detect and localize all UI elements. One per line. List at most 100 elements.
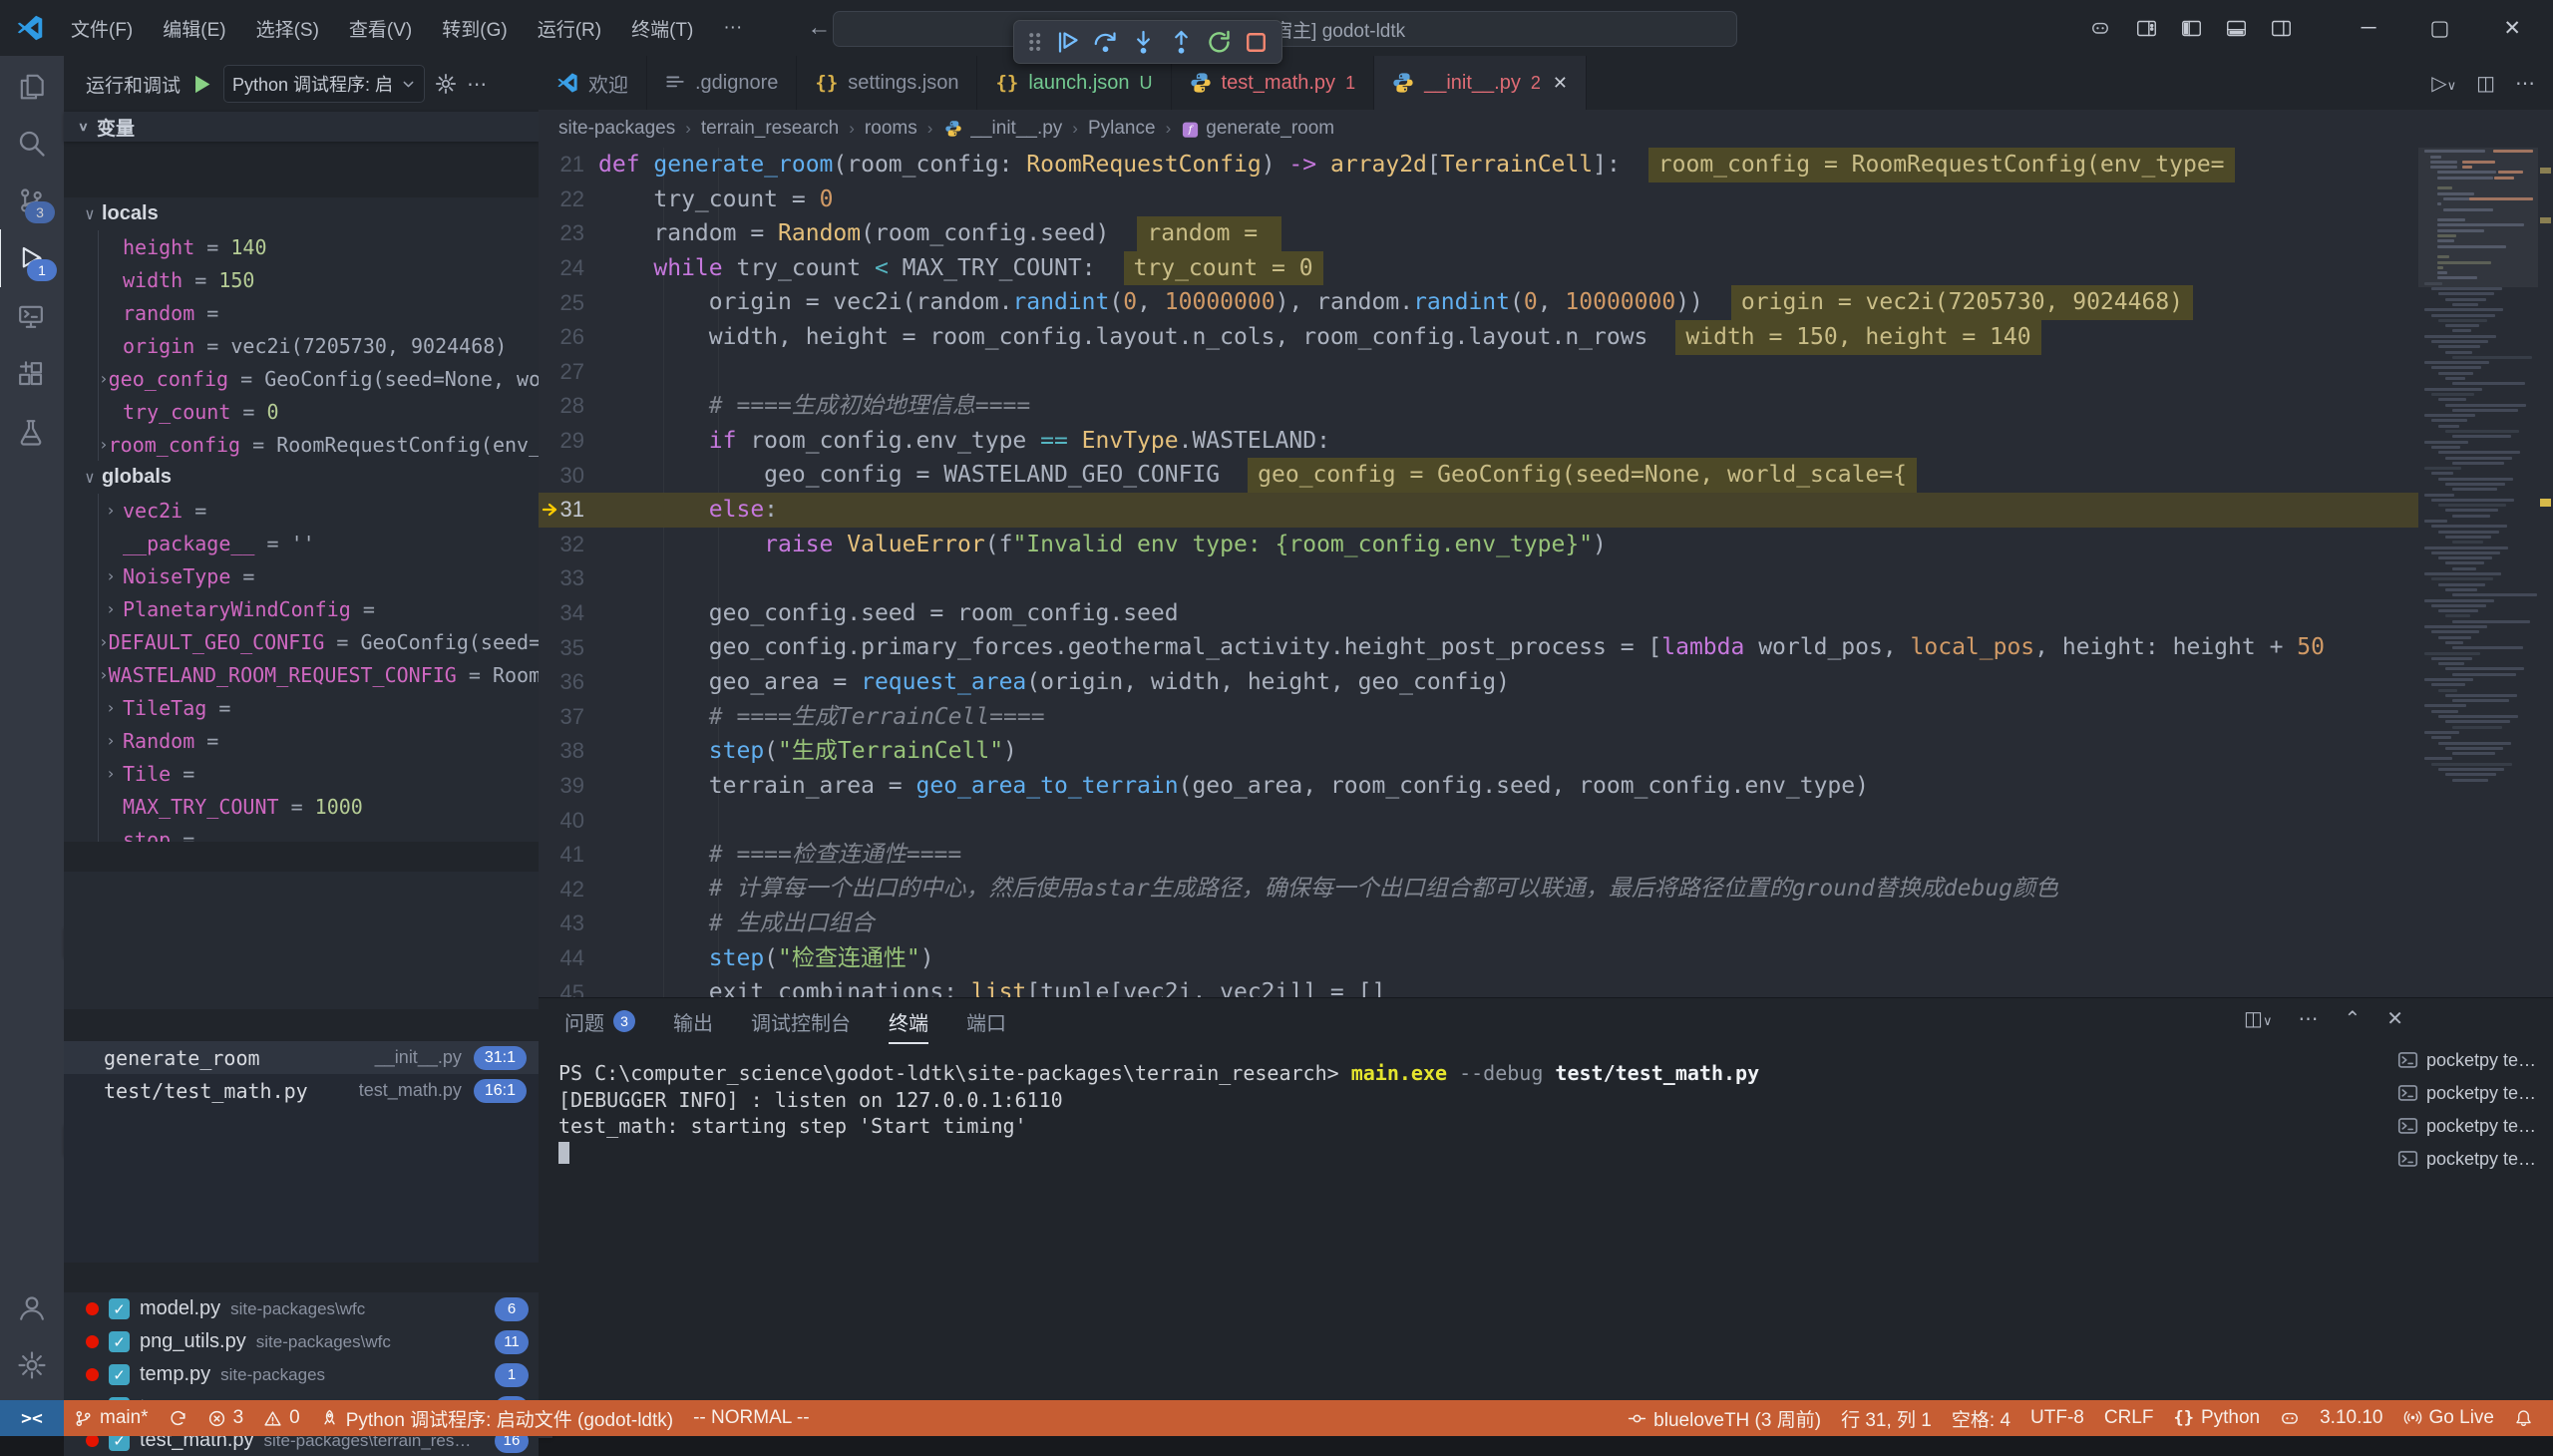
- breadcrumb-item[interactable]: __init__.py: [942, 118, 1062, 140]
- activity-remote-explorer-icon[interactable]: [0, 287, 63, 345]
- variable-row[interactable]: ›PlanetaryWindConfig =: [99, 592, 539, 625]
- status-item[interactable]: blueloveTH (3 周前): [1618, 1400, 1831, 1436]
- breadcrumb-item[interactable]: site-packages: [558, 118, 675, 140]
- close-tab-icon[interactable]: ✕: [1553, 73, 1568, 94]
- line-number[interactable]: 23: [539, 216, 598, 251]
- minimap[interactable]: [2418, 148, 2538, 997]
- panel-tab-输出[interactable]: 输出: [673, 998, 713, 1044]
- status-item[interactable]: main*: [64, 1400, 159, 1436]
- activity-debug-icon[interactable]: 1: [0, 229, 65, 287]
- menu-item-5[interactable]: 运行(R): [525, 9, 614, 48]
- breadcrumb-item[interactable]: Pylance: [1088, 118, 1156, 140]
- variable-row[interactable]: ›WASTELAND_ROOM_REQUEST_CONFIG = RoomR…: [99, 658, 539, 691]
- menu-item-6[interactable]: 终端(T): [618, 9, 706, 48]
- status-item[interactable]: 空格: 4: [1942, 1400, 2020, 1436]
- status-item[interactable]: Python 调试程序: 启动文件 (godot-ldtk): [310, 1400, 683, 1436]
- panel-tab-问题[interactable]: 问题3: [564, 998, 635, 1044]
- split-editor-icon[interactable]: ◫: [2476, 71, 2495, 96]
- activity-extensions-icon[interactable]: [0, 345, 63, 403]
- status-item[interactable]: 0: [253, 1400, 310, 1436]
- variable-row[interactable]: __package__ = '': [99, 527, 539, 559]
- line-number[interactable]: 37: [539, 700, 598, 735]
- breadcrumb-item[interactable]: rooms: [865, 118, 917, 140]
- account-icon[interactable]: [0, 1278, 64, 1336]
- variable-row[interactable]: width = 150: [99, 263, 539, 296]
- status-item[interactable]: -- NORMAL --: [683, 1400, 819, 1436]
- variable-row[interactable]: stop =: [99, 823, 539, 842]
- variable-row[interactable]: random =: [99, 296, 539, 329]
- line-number[interactable]: 26: [539, 320, 598, 355]
- panel-tab-终端[interactable]: 终端: [889, 998, 928, 1044]
- layout-control-icon-3[interactable]: [2226, 18, 2247, 39]
- debug-restart-icon[interactable]: [1206, 29, 1233, 56]
- variable-row[interactable]: origin = vec2i(7205730, 9024468): [99, 329, 539, 362]
- line-number[interactable]: 32: [539, 528, 598, 562]
- menu-item-7[interactable]: ···: [710, 11, 755, 45]
- status-item[interactable]: [2270, 1400, 2310, 1436]
- terminal-output[interactable]: PS C:\computer_science\godot-ldtk\site-p…: [558, 1060, 2393, 1166]
- line-number[interactable]: 30: [539, 458, 598, 493]
- debug-stepover-icon[interactable]: [1092, 29, 1119, 56]
- menu-item-2[interactable]: 选择(S): [243, 9, 332, 48]
- terminal-session-item[interactable]: pocketpy te…: [2397, 1044, 2547, 1077]
- window-close-button[interactable]: ✕: [2489, 16, 2535, 41]
- command-center-search[interactable]: [扩展开发宿主] godot-ldtk: [833, 11, 1737, 47]
- window-minimize-button[interactable]: ─: [2348, 16, 2390, 40]
- status-item[interactable]: CRLF: [2094, 1400, 2164, 1436]
- debug-config-dropdown[interactable]: Python 调试程序: 启: [223, 65, 425, 103]
- breadcrumb-item[interactable]: fgenerate_room: [1181, 118, 1334, 140]
- settings-gear-icon[interactable]: [0, 1336, 64, 1394]
- status-item[interactable]: 行 31, 列 1: [1831, 1400, 1942, 1436]
- start-debug-icon[interactable]: [190, 73, 213, 96]
- line-number[interactable]: 36: [539, 665, 598, 700]
- line-number[interactable]: 35: [539, 630, 598, 665]
- line-number[interactable]: 31: [539, 493, 598, 528]
- line-number[interactable]: 43: [539, 907, 598, 941]
- line-number[interactable]: 44: [539, 941, 598, 976]
- variable-row[interactable]: ›room_config = RoomRequestConfig(env_t…: [99, 428, 539, 461]
- status-item[interactable]: 3: [197, 1400, 254, 1436]
- more-actions-icon[interactable]: ⋯: [467, 72, 487, 97]
- variable-group-globals[interactable]: ∨globals: [64, 461, 539, 494]
- run-python-file-icon[interactable]: ▷∨: [2431, 71, 2456, 96]
- line-number[interactable]: 41: [539, 838, 598, 873]
- line-number[interactable]: 25: [539, 285, 598, 320]
- activity-files-icon[interactable]: [0, 56, 63, 114]
- menu-item-4[interactable]: 转到(G): [429, 9, 520, 48]
- maximize-panel-icon[interactable]: ⌃: [2344, 1006, 2361, 1031]
- line-number[interactable]: 34: [539, 596, 598, 631]
- panel-tab-端口[interactable]: 端口: [966, 998, 1006, 1044]
- more-actions-icon[interactable]: ⋯: [2298, 1006, 2318, 1031]
- close-panel-icon[interactable]: ✕: [2386, 1006, 2403, 1031]
- variable-row[interactable]: height = 140: [99, 230, 539, 263]
- debug-continue-icon[interactable]: [1054, 29, 1081, 56]
- line-number[interactable]: 27: [539, 355, 598, 390]
- window-restore-button[interactable]: ▢: [2416, 16, 2464, 41]
- line-number[interactable]: 39: [539, 769, 598, 804]
- callstack-frame[interactable]: test/test_math.pytest_math.py16:1: [64, 1074, 539, 1107]
- line-number[interactable]: 45: [539, 975, 598, 997]
- breakpoint-row[interactable]: ✓model.pysite-packages\wfc6: [64, 1292, 539, 1325]
- menu-item-1[interactable]: 编辑(E): [150, 9, 238, 48]
- debug-stepout-icon[interactable]: [1168, 29, 1195, 56]
- status-item[interactable]: [159, 1400, 197, 1436]
- breakpoint-checkbox[interactable]: ✓: [109, 1364, 130, 1385]
- breakpoint-row[interactable]: ✓temp.pysite-packages1: [64, 1358, 539, 1391]
- callstack-frame[interactable]: generate_room__init__.py31:1: [64, 1041, 539, 1074]
- copilot-menu-icon[interactable]: [2090, 18, 2110, 38]
- activity-source-control-icon[interactable]: 3: [0, 172, 63, 229]
- variables-section-header[interactable]: ∨变量: [64, 112, 539, 142]
- terminal-session-item[interactable]: pocketpy te…: [2397, 1077, 2547, 1110]
- line-number[interactable]: 28: [539, 389, 598, 424]
- editor-tab-settings.json[interactable]: {}settings.json: [797, 56, 977, 110]
- editor-tab-__init__.py[interactable]: __init__.py2✕: [1374, 56, 1587, 110]
- status-item[interactable]: {}Python: [2163, 1400, 2270, 1436]
- variable-row[interactable]: try_count = 0: [99, 395, 539, 428]
- layout-control-icon-4[interactable]: [2271, 18, 2292, 39]
- breakpoint-checkbox[interactable]: ✓: [109, 1298, 130, 1319]
- line-number[interactable]: 22: [539, 182, 598, 217]
- activity-test-beaker-icon[interactable]: [0, 403, 63, 461]
- panel-tab-调试控制台[interactable]: 调试控制台: [751, 998, 851, 1044]
- variable-row[interactable]: ›TileTag =: [99, 691, 539, 724]
- variable-row[interactable]: ›NoiseType =: [99, 559, 539, 592]
